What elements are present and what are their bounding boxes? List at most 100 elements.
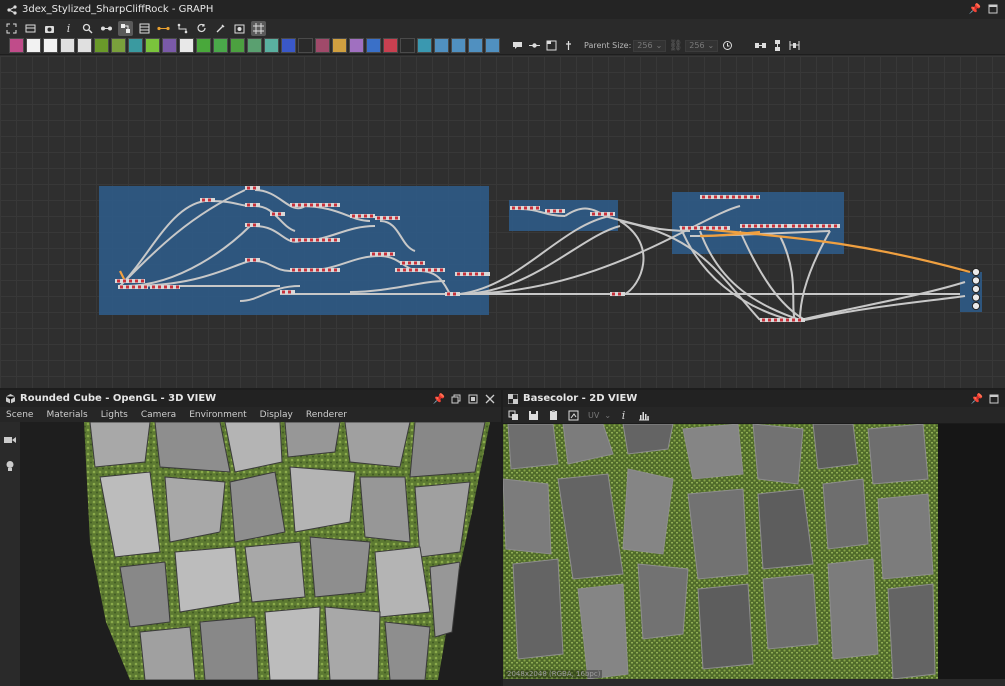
pin-icon[interactable]: 📌 [971, 393, 983, 405]
input-node-icon[interactable] [434, 38, 449, 53]
levels-icon[interactable] [111, 38, 126, 53]
comment-node-icon[interactable] [485, 38, 500, 53]
graph-port[interactable] [828, 224, 831, 228]
info-icon[interactable]: i [616, 408, 631, 423]
graph-port[interactable] [164, 285, 167, 289]
graph-port[interactable] [123, 279, 126, 283]
menu-materials[interactable]: Materials [46, 410, 87, 420]
graph-port[interactable] [395, 216, 398, 220]
graph-port[interactable] [708, 195, 711, 199]
graph-port[interactable] [762, 318, 765, 322]
graph-port[interactable] [328, 238, 331, 242]
graph-port[interactable] [208, 198, 211, 202]
graph-port[interactable] [310, 238, 313, 242]
graph-port[interactable] [447, 292, 450, 296]
graph-port[interactable] [816, 224, 819, 228]
graph-port[interactable] [463, 272, 466, 276]
graph-port[interactable] [377, 216, 380, 220]
close-icon[interactable] [484, 393, 496, 405]
splatter-icon[interactable] [213, 38, 228, 53]
graph-port[interactable] [610, 212, 613, 216]
graph-port[interactable] [298, 238, 301, 242]
graph-port[interactable] [304, 203, 307, 207]
graph-port[interactable] [547, 209, 550, 213]
graph-port[interactable] [604, 212, 607, 216]
output-node-icon[interactable] [451, 38, 466, 53]
maximize-icon[interactable] [467, 393, 479, 405]
triangle-icon[interactable] [332, 38, 347, 53]
graph-port[interactable] [750, 195, 753, 199]
graph-port[interactable] [141, 279, 144, 283]
graph-port[interactable] [702, 195, 705, 199]
graph-port[interactable] [612, 292, 615, 296]
graph-port[interactable] [402, 261, 405, 265]
output-node[interactable] [971, 284, 981, 294]
graph-port[interactable] [440, 268, 443, 272]
graph-port[interactable] [247, 186, 250, 190]
graph-port[interactable] [700, 226, 703, 230]
connector-icon[interactable] [156, 21, 171, 36]
video-camera-icon[interactable] [2, 432, 18, 448]
refresh-icon[interactable] [194, 21, 209, 36]
graph-port[interactable] [772, 224, 775, 228]
graph-port[interactable] [512, 206, 515, 210]
save-icon[interactable] [526, 408, 541, 423]
graph-port[interactable] [138, 285, 141, 289]
grid-icon[interactable] [251, 20, 266, 36]
graph-port[interactable] [420, 261, 423, 265]
frame-node-icon[interactable] [544, 38, 559, 53]
graph-port[interactable] [409, 268, 412, 272]
graph-canvas[interactable] [0, 56, 1005, 388]
graph-port[interactable] [524, 206, 527, 210]
graph-port[interactable] [358, 214, 361, 218]
graph-port[interactable] [834, 224, 837, 228]
graph-port[interactable] [732, 195, 735, 199]
pin-icon[interactable] [527, 38, 542, 53]
graph-port[interactable] [798, 224, 801, 228]
graph-port[interactable] [469, 272, 472, 276]
graph-port[interactable] [415, 268, 418, 272]
graph-port[interactable] [278, 212, 281, 216]
path-icon[interactable] [175, 21, 190, 36]
graph-port[interactable] [322, 268, 325, 272]
graph-port[interactable] [792, 318, 795, 322]
layout-icon[interactable] [137, 21, 152, 36]
graph-port[interactable] [457, 272, 460, 276]
graph-port[interactable] [756, 195, 759, 199]
frame-icon[interactable] [23, 21, 38, 36]
drop-icon[interactable] [60, 38, 75, 53]
graph-port[interactable] [120, 285, 123, 289]
graph-port[interactable] [316, 238, 319, 242]
graph-port[interactable] [530, 206, 533, 210]
graph-port[interactable] [738, 195, 741, 199]
pin-icon[interactable]: 📌 [433, 393, 445, 405]
graph-port[interactable] [384, 252, 387, 256]
graph-port[interactable] [117, 279, 120, 283]
graph-port[interactable] [414, 261, 417, 265]
shuffle-icon[interactable] [77, 38, 92, 53]
graph-port[interactable] [760, 224, 763, 228]
graph-port[interactable] [682, 226, 685, 230]
align-v-icon[interactable] [770, 38, 785, 53]
text-icon[interactable] [43, 38, 58, 53]
graph-port[interactable] [518, 206, 521, 210]
graph-port[interactable] [559, 209, 562, 213]
graph-port[interactable] [724, 226, 727, 230]
graph-port[interactable] [272, 212, 275, 216]
link-icon[interactable]: ⛓ [668, 38, 683, 53]
graph-port[interactable] [726, 195, 729, 199]
graph-node[interactable] [790, 224, 840, 228]
restore-icon[interactable] [450, 393, 462, 405]
graph-port[interactable] [434, 268, 437, 272]
light-bulb-icon[interactable] [2, 458, 18, 474]
graph-port[interactable] [598, 212, 601, 216]
reset-icon[interactable] [720, 38, 735, 53]
graph-port[interactable] [292, 268, 295, 272]
graph-port[interactable] [774, 318, 777, 322]
graph-port[interactable] [132, 285, 135, 289]
warp-icon[interactable] [128, 38, 143, 53]
graph-port[interactable] [334, 238, 337, 242]
graph-port[interactable] [804, 224, 807, 228]
search-icon[interactable] [80, 21, 95, 36]
graph-port[interactable] [334, 203, 337, 207]
